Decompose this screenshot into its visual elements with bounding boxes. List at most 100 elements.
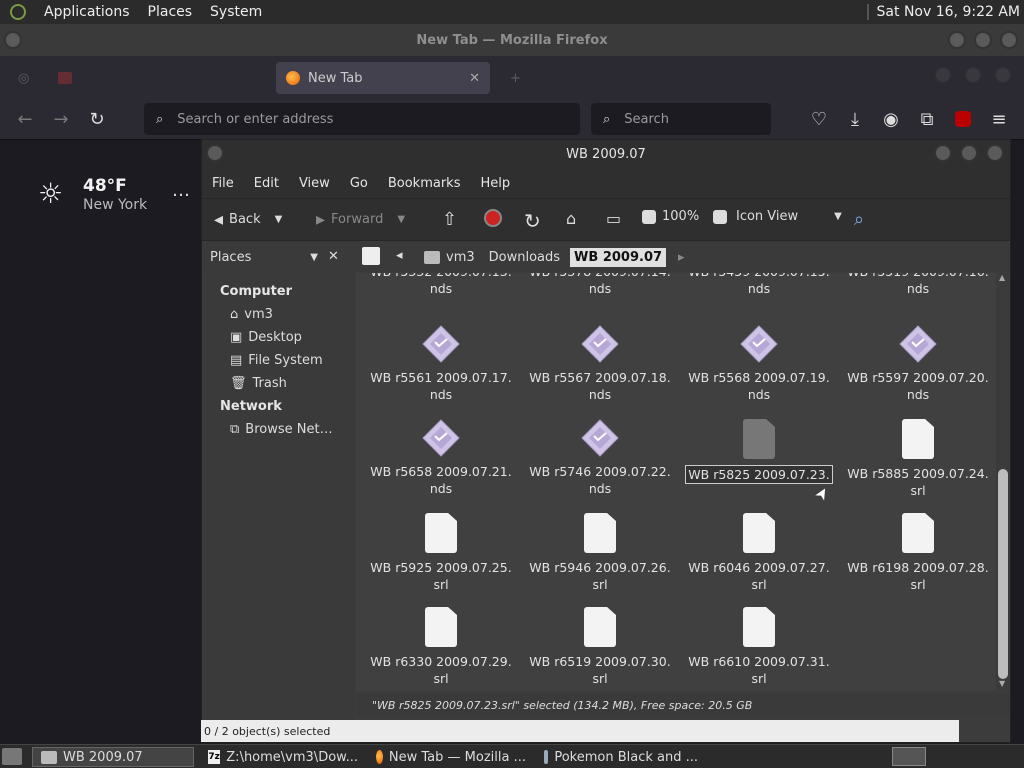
zoom-in-icon[interactable] <box>713 209 728 224</box>
pocket-icon[interactable]: ♡ <box>808 108 830 130</box>
hamburger-menu-icon[interactable]: ≡ <box>988 108 1010 130</box>
close-button[interactable] <box>1000 31 1018 49</box>
show-desktop-icon[interactable] <box>2 748 22 765</box>
scrollbar-thumb[interactable] <box>998 469 1008 679</box>
url-bar[interactable]: ⌕ Search or enter address <box>144 103 580 135</box>
forward-arrow-icon[interactable]: → <box>50 108 72 130</box>
file-name-line2: nds <box>747 387 771 402</box>
maximize-button[interactable] <box>960 144 978 162</box>
file-name-line2: nds <box>906 281 930 296</box>
file-item[interactable]: WB r6330 2009.07.29. srl <box>363 607 519 687</box>
reload-icon[interactable]: ↻ <box>86 108 108 130</box>
file-item[interactable]: WB r5332 2009.07.13.nds <box>363 273 519 297</box>
tab-close-icon[interactable]: ✕ <box>469 71 480 86</box>
up-arrow-icon[interactable]: ⇧ <box>442 209 457 230</box>
file-item[interactable]: WB r5658 2009.07.21. nds <box>363 419 519 497</box>
close-sidebar-icon[interactable]: ✕ <box>328 249 339 264</box>
search-box[interactable]: ⌕ Search <box>591 103 771 135</box>
vertical-scrollbar[interactable]: ▲ ▼ <box>996 273 1010 691</box>
menu-edit[interactable]: Edit <box>254 176 291 191</box>
window-menu-button[interactable] <box>4 31 22 49</box>
stop-icon[interactable] <box>484 209 502 227</box>
account-icon[interactable]: ◉ <box>880 108 902 130</box>
file-item[interactable]: WB r5825 2009.07.23. <box>681 419 837 484</box>
file-item[interactable]: WB r6046 2009.07.27. srl <box>681 513 837 593</box>
taskbar-item-wine[interactable]: 7z Z:\home\vm3\Dow... <box>200 747 366 767</box>
file-name-line2: srl <box>910 483 926 498</box>
icon-view[interactable]: WB r5332 2009.07.13.ndsWB r5378 2009.07.… <box>356 273 996 691</box>
file-item[interactable]: WB r6519 2009.07.30. srl <box>522 607 678 687</box>
window-menu-button[interactable] <box>206 144 224 162</box>
breadcrumb-item[interactable]: vm3 <box>446 250 475 265</box>
menu-go[interactable]: Go <box>350 176 380 191</box>
sidebar-item-browse-network[interactable]: ⧉ Browse Net… <box>230 422 333 437</box>
minimize-button[interactable] <box>948 31 966 49</box>
menu-bookmarks[interactable]: Bookmarks <box>388 176 473 191</box>
zoom-out-icon[interactable] <box>642 209 656 224</box>
view-mode-select[interactable]: Icon View ▼ <box>736 209 842 224</box>
tabs-menu-icon[interactable]: ◎ <box>8 62 36 94</box>
edit-location-icon[interactable] <box>362 247 380 265</box>
places-menu[interactable]: Places <box>148 4 193 20</box>
home-icon[interactable]: ⌂ <box>566 209 576 228</box>
back-arrow-icon[interactable]: ← <box>14 108 36 130</box>
menu-file[interactable]: File <box>212 176 246 191</box>
file-name-line1: WB r5597 2009.07.20. <box>847 370 989 385</box>
file-item[interactable]: WB r5459 2009.07.15.nds <box>681 273 837 297</box>
extensions-icon[interactable]: ⧉ <box>916 108 938 130</box>
file-item[interactable]: WB r5746 2009.07.22. nds <box>522 419 678 497</box>
tab-new-tab[interactable]: New Tab ✕ <box>276 62 490 94</box>
sidebar-mode-select[interactable]: Places ▼ <box>206 245 324 269</box>
workspace-switcher[interactable] <box>892 747 926 766</box>
file-item[interactable]: WB r5885 2009.07.24. srl <box>840 419 996 499</box>
breadcrumb-right-icon[interactable]: ▸ <box>678 250 685 265</box>
reload-icon[interactable]: ↻ <box>524 209 541 233</box>
weather-more-icon[interactable]: … <box>172 180 190 201</box>
new-tab-icon[interactable]: + <box>500 62 524 94</box>
clock[interactable]: Sat Nov 16, 9:22 AM <box>877 4 1020 20</box>
file-item[interactable]: WB r5567 2009.07.18. nds <box>522 325 678 403</box>
file-item[interactable]: WB r5568 2009.07.19. nds <box>681 325 837 403</box>
system-menu[interactable]: System <box>210 4 262 20</box>
breadcrumb-item[interactable]: Downloads <box>489 250 560 265</box>
menu-help[interactable]: Help <box>480 176 522 191</box>
zoom-control[interactable]: 100% <box>642 209 728 224</box>
scroll-down-icon[interactable]: ▼ <box>999 679 1005 688</box>
forward-button[interactable]: ▸ Forward ▼ <box>316 209 405 230</box>
taskbar-item-emulator[interactable]: Pokemon Black and ... <box>536 747 706 767</box>
file-item[interactable]: WB r5519 2009.07.16.nds <box>840 273 996 297</box>
sidebar-item-file-system[interactable]: ▤ File System <box>230 353 323 368</box>
file-name-line1[interactable]: WB r5825 2009.07.23. <box>685 465 833 484</box>
sidebar-item-trash[interactable]: 🗑 Trash <box>230 376 287 391</box>
computer-icon[interactable]: ▭ <box>606 209 621 228</box>
taskbar-item-file-manager[interactable]: WB 2009.07 <box>32 747 194 767</box>
file-item[interactable]: WB r5946 2009.07.26. srl <box>522 513 678 593</box>
close-button[interactable] <box>986 144 1004 162</box>
file-item[interactable]: WB r5378 2009.07.14.nds <box>522 273 678 297</box>
distro-logo-icon[interactable] <box>10 4 26 20</box>
file-name-line1: WB r5561 2009.07.17. <box>370 370 512 385</box>
file-item[interactable]: WB r5925 2009.07.25. srl <box>363 513 519 593</box>
file-item[interactable]: WB r5561 2009.07.17. nds <box>363 325 519 403</box>
sidebar-item-vm3[interactable]: ⌂ vm3 <box>230 307 273 322</box>
scroll-up-icon[interactable]: ▲ <box>999 273 1005 282</box>
search-icon[interactable]: ⌕ <box>854 209 864 230</box>
file-item[interactable]: WB r6198 2009.07.28. srl <box>840 513 996 593</box>
taskbar-item-firefox[interactable]: New Tab — Mozilla ... <box>368 747 534 767</box>
breadcrumb-item-current[interactable]: WB 2009.07 <box>570 247 667 267</box>
ublock-icon[interactable] <box>952 108 974 130</box>
back-button[interactable]: ◂ Back ▼ <box>214 209 282 230</box>
tab-gmail[interactable] <box>48 62 268 94</box>
file-item[interactable]: WB r5597 2009.07.20. nds <box>840 325 996 403</box>
menu-view[interactable]: View <box>299 176 342 191</box>
file-item[interactable]: WB r6610 2009.07.31. srl <box>681 607 837 687</box>
file-name-line1: WB r5459 2009.07.15. <box>681 273 837 280</box>
sidebar-item-desktop[interactable]: ▣ Desktop <box>230 330 302 345</box>
chevron-down-icon[interactable]: ▼ <box>275 214 283 225</box>
maximize-button[interactable] <box>974 31 992 49</box>
chevron-down-icon[interactable]: ▼ <box>397 214 405 225</box>
downloads-icon[interactable]: ⤓ <box>844 108 866 130</box>
breadcrumb-left-icon[interactable]: ◂ <box>396 248 403 263</box>
applications-menu[interactable]: Applications <box>44 4 130 20</box>
minimize-button[interactable] <box>934 144 952 162</box>
